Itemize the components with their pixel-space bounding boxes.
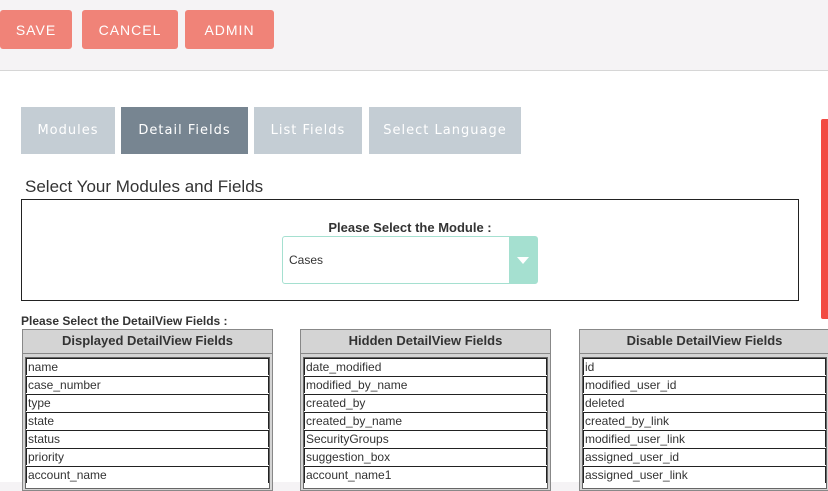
module-select-box: Please Select the Module : Cases <box>21 199 799 301</box>
displayed-fields-list[interactable]: name case_number type state status prior… <box>25 357 270 489</box>
fields-label: Please Select the DetailView Fields : <box>21 314 228 328</box>
hidden-fields-column: Hidden DetailView Fields date_modified m… <box>300 329 551 491</box>
list-item[interactable]: id <box>583 358 826 375</box>
list-item[interactable]: account_name <box>26 466 269 483</box>
disable-fields-list[interactable]: id modified_user_id deleted created_by_l… <box>582 357 827 489</box>
column-header: Displayed DetailView Fields <box>23 330 272 354</box>
list-item[interactable]: type <box>26 394 269 411</box>
list-item[interactable]: name <box>26 358 269 375</box>
column-header: Disable DetailView Fields <box>580 330 828 354</box>
scroll-indicator[interactable] <box>821 119 828 319</box>
column-header: Hidden DetailView Fields <box>301 330 550 354</box>
list-item[interactable]: modified_user_link <box>583 430 826 447</box>
list-item[interactable]: account_name1 <box>304 466 547 483</box>
list-item[interactable]: created_by_link <box>583 412 826 429</box>
tab-list-fields[interactable]: List Fields <box>254 107 362 154</box>
list-item[interactable]: created_by_name <box>304 412 547 429</box>
save-button[interactable]: SAVE <box>0 10 72 49</box>
list-item[interactable]: modified_by_name <box>304 376 547 393</box>
module-select-value: Cases <box>289 253 324 267</box>
toolbar: SAVE CANCEL ADMIN <box>0 0 828 70</box>
tab-select-language[interactable]: Select Language <box>369 107 521 154</box>
disable-fields-column: Disable DetailView Fields id modified_us… <box>579 329 828 491</box>
list-item[interactable]: status <box>26 430 269 447</box>
tab-modules[interactable]: Modules <box>21 107 115 154</box>
main-panel: Modules Detail Fields List Fields Select… <box>0 70 828 491</box>
module-select[interactable]: Cases <box>282 236 538 284</box>
list-item[interactable]: created_by <box>304 394 547 411</box>
list-item[interactable]: deleted <box>583 394 826 411</box>
list-item[interactable]: state <box>26 412 269 429</box>
list-item[interactable]: suggestion_box <box>304 448 547 465</box>
tab-detail-fields[interactable]: Detail Fields <box>121 107 248 154</box>
section-title: Select Your Modules and Fields <box>25 177 264 196</box>
cancel-button[interactable]: CANCEL <box>82 10 178 49</box>
list-item[interactable]: assigned_user_link <box>583 466 826 483</box>
list-item[interactable]: SecurityGroups <box>304 430 547 447</box>
list-item[interactable]: assigned_user_id <box>583 448 826 465</box>
hidden-fields-list[interactable]: date_modified modified_by_name created_b… <box>303 357 548 489</box>
list-item[interactable]: date_modified <box>304 358 547 375</box>
list-item[interactable]: modified_user_id <box>583 376 826 393</box>
chevron-down-icon[interactable] <box>509 237 537 283</box>
displayed-fields-column: Displayed DetailView Fields name case_nu… <box>22 329 273 491</box>
admin-button[interactable]: ADMIN <box>185 10 274 49</box>
module-select-label: Please Select the Module : <box>328 220 492 235</box>
list-item[interactable]: case_number <box>26 376 269 393</box>
list-item[interactable]: priority <box>26 448 269 465</box>
